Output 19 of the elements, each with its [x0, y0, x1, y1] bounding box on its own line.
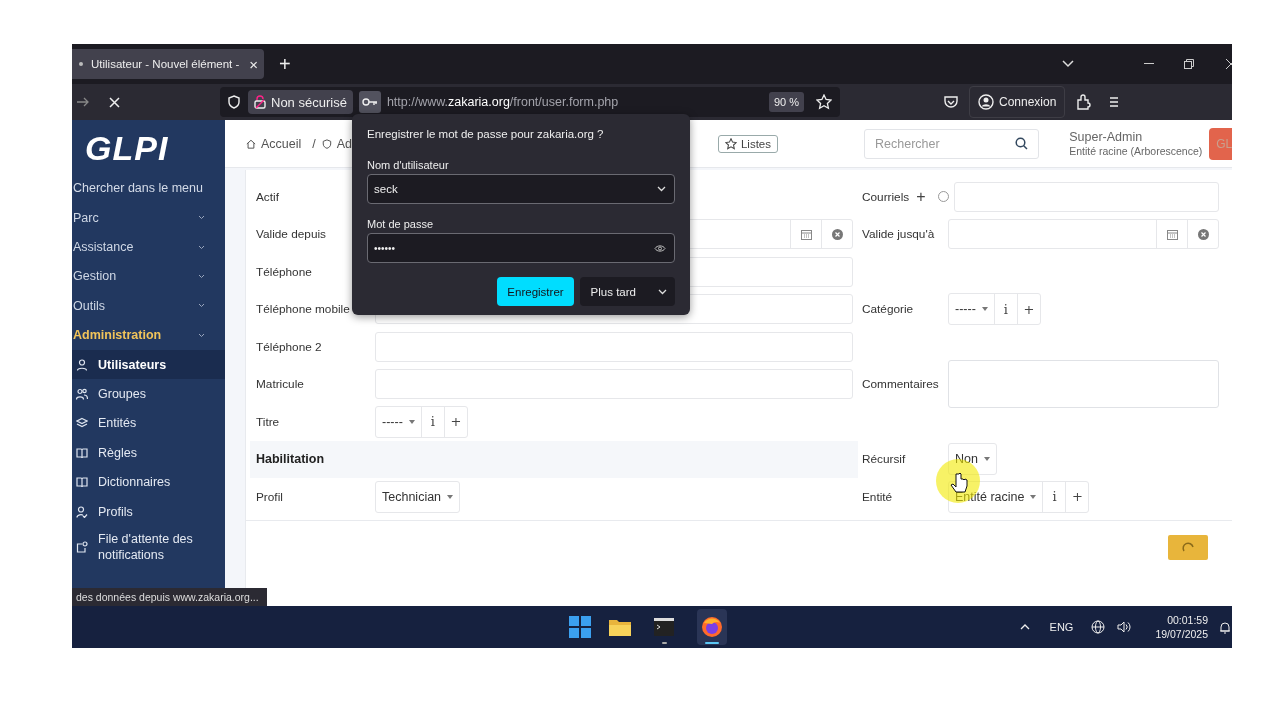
field-label: Mot de passe — [367, 218, 435, 230]
breadcrumb-separator: / — [312, 136, 316, 151]
field-label: Matricule — [256, 376, 305, 394]
field-label: Nom d'utilisateur — [367, 159, 450, 171]
field-label: Téléphone 2 — [256, 338, 323, 356]
field-label: Entité — [862, 489, 893, 504]
field-label: Récursif — [862, 452, 906, 467]
field-label: Commentaires — [862, 377, 939, 392]
status-tooltip: des données depuis www.zakaria.org... — [72, 588, 267, 606]
field-label: Téléphone — [256, 263, 313, 281]
field-label: Catégorie — [862, 302, 914, 317]
field-label: Courriels — [862, 189, 910, 204]
field-label: Valide jusqu'à — [862, 227, 935, 242]
section-header: Habilitation — [250, 440, 858, 478]
field-label: Titre — [256, 413, 281, 431]
field-label: Profil — [256, 488, 284, 506]
field-label: Actif — [256, 188, 280, 206]
field-label: Téléphone mobile — [256, 301, 351, 319]
popup-title: Enregistrer le mot de passe pour zakaria.org ? — [367, 128, 605, 140]
